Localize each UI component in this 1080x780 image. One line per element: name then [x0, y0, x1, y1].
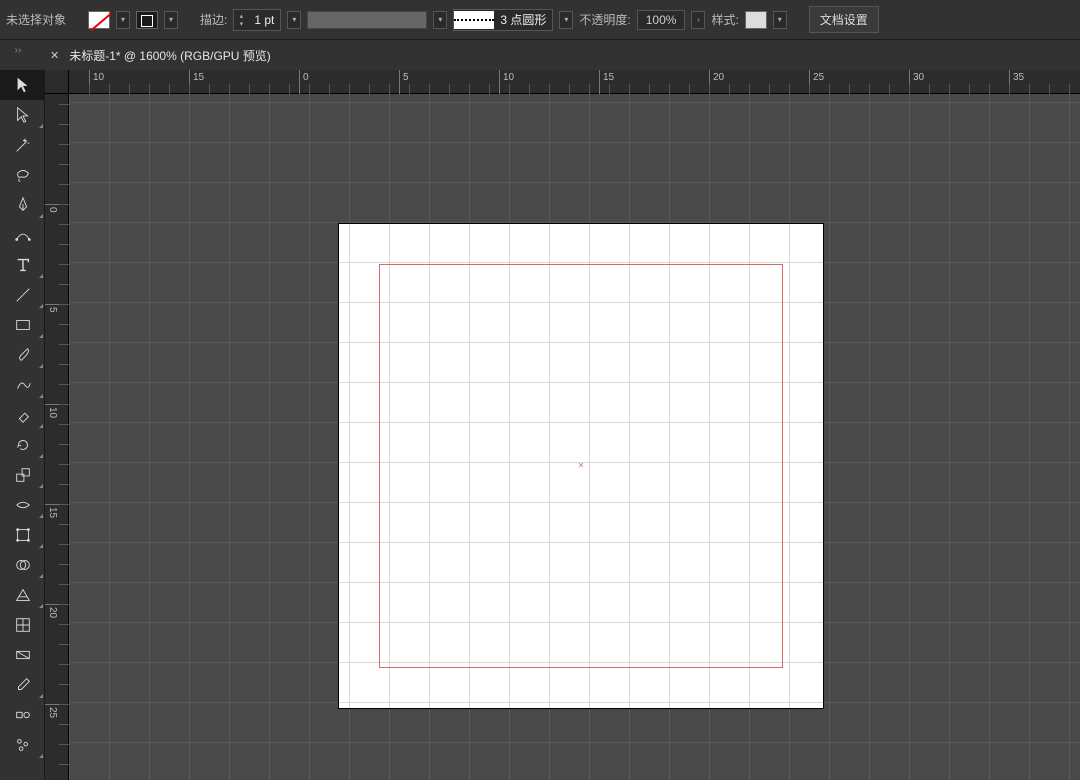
- line-tool[interactable]: [0, 280, 45, 310]
- paintbrush-tool[interactable]: [0, 340, 45, 370]
- document-tab-bar: ✕ 未标题-1* @ 1600% (RGB/GPU 预览): [0, 40, 1080, 70]
- stroke-dropdown[interactable]: ▾: [164, 11, 178, 29]
- perspective-tool[interactable]: [0, 580, 45, 610]
- style-label: 样式:: [711, 11, 738, 28]
- stroke-profile[interactable]: [307, 11, 427, 29]
- symbol-sprayer-tool[interactable]: [0, 730, 45, 760]
- shaper-tool[interactable]: [0, 370, 45, 400]
- free-transform-tool[interactable]: [0, 520, 45, 550]
- magic-wand-tool[interactable]: [0, 130, 45, 160]
- ruler-horizontal[interactable]: 101505101520253035: [69, 70, 1080, 94]
- toolbox: [0, 70, 45, 780]
- fill-dropdown[interactable]: ▾: [116, 11, 130, 29]
- stroke-profile-dropdown[interactable]: ▾: [433, 11, 447, 29]
- opacity-arrow[interactable]: ›: [691, 11, 705, 29]
- style-swatch[interactable]: [745, 11, 767, 29]
- eraser-tool[interactable]: [0, 400, 45, 430]
- stroke-weight-input[interactable]: ▴▾ 1 pt: [233, 9, 281, 31]
- stroke-label: 描边:: [200, 11, 227, 28]
- eyedropper-tool[interactable]: [0, 670, 45, 700]
- type-tool[interactable]: [0, 250, 45, 280]
- ruler-origin[interactable]: [45, 70, 69, 94]
- expand-panel-icon[interactable]: ››: [4, 42, 32, 58]
- document-setup-button[interactable]: 文档设置: [809, 6, 879, 33]
- pen-tool[interactable]: [0, 190, 45, 220]
- fill-swatch[interactable]: [88, 11, 110, 29]
- scale-tool[interactable]: [0, 460, 45, 490]
- document-tab-title[interactable]: 未标题-1* @ 1600% (RGB/GPU 预览): [69, 47, 271, 64]
- workspace: 101505101520253035 0510152025 ×: [45, 70, 1080, 780]
- gradient-tool[interactable]: [0, 640, 45, 670]
- artboard[interactable]: ×: [339, 224, 823, 708]
- curvature-tool[interactable]: [0, 220, 45, 250]
- stroke-swatch[interactable]: [136, 11, 158, 29]
- center-mark-icon: ×: [578, 461, 584, 472]
- selection-tool[interactable]: [0, 70, 45, 100]
- mesh-tool[interactable]: [0, 610, 45, 640]
- close-tab-icon[interactable]: ✕: [50, 49, 59, 62]
- brush-preset[interactable]: 3 点圆形: [453, 9, 553, 31]
- lasso-tool[interactable]: [0, 160, 45, 190]
- shape-builder-tool[interactable]: [0, 550, 45, 580]
- rectangle-tool[interactable]: [0, 310, 45, 340]
- blend-tool[interactable]: [0, 700, 45, 730]
- canvas-area[interactable]: ×: [69, 94, 1080, 780]
- rotate-tool[interactable]: [0, 430, 45, 460]
- stroke-weight-dropdown[interactable]: ▾: [287, 11, 301, 29]
- opacity-value[interactable]: 100%: [637, 10, 686, 30]
- style-dropdown[interactable]: ▾: [773, 11, 787, 29]
- control-bar: 未选择对象 ▾ ▾ 描边: ▴▾ 1 pt ▾ ▾ 3 点圆形 ▾ 不透明度: …: [0, 0, 1080, 40]
- ruler-vertical[interactable]: 0510152025: [45, 94, 69, 780]
- brush-dropdown[interactable]: ▾: [559, 11, 573, 29]
- direct-selection-tool[interactable]: [0, 100, 45, 130]
- opacity-label: 不透明度:: [579, 11, 630, 28]
- selection-status: 未选择对象: [6, 11, 66, 28]
- width-tool[interactable]: [0, 490, 45, 520]
